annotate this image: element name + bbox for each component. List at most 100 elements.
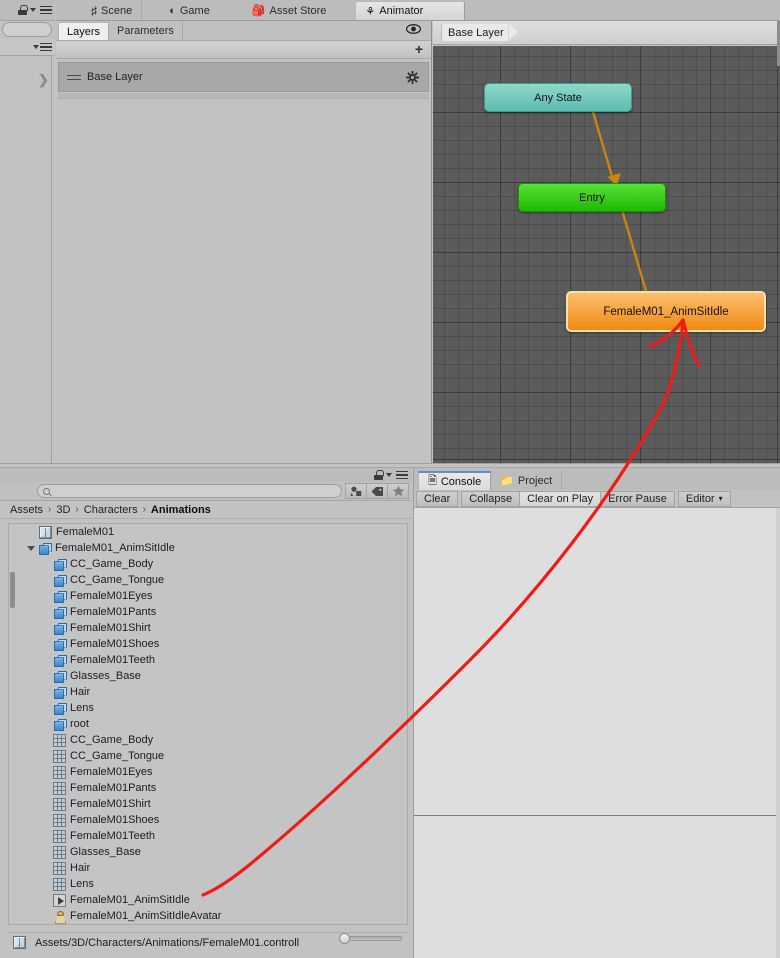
animator-icon: ⚘ — [365, 5, 376, 18]
gear-icon[interactable] — [406, 71, 419, 87]
favorites-button[interactable] — [387, 483, 409, 499]
lock-icon[interactable] — [18, 5, 28, 15]
mesh-icon — [53, 877, 66, 891]
tab-layers[interactable]: Layers — [58, 22, 110, 40]
filter-by-label-button[interactable] — [366, 483, 388, 499]
tree-row[interactable]: FemaleM01Pants — [9, 780, 407, 796]
tree-row[interactable]: Hair — [9, 860, 407, 876]
tree-row[interactable]: FemaleM01Eyes — [9, 588, 407, 604]
tree-row[interactable]: Lens — [9, 700, 407, 716]
tree-row[interactable]: Glasses_Base — [9, 844, 407, 860]
add-layer-button[interactable]: + — [415, 42, 423, 56]
inspector-subheader — [0, 39, 55, 56]
tree-row[interactable]: FemaleM01Teeth — [9, 828, 407, 844]
breadcrumb-separator: › — [142, 504, 146, 515]
clear-button[interactable]: Clear — [416, 490, 459, 507]
mesh-icon — [53, 749, 66, 763]
tab-asset-store[interactable]: 🎒 Asset Store — [243, 1, 336, 20]
tab-parameters[interactable]: Parameters — [109, 22, 183, 40]
state-node-femalem01-animsitidle[interactable]: FemaleM01_AnimSitIdle — [566, 291, 766, 332]
console-tab-bar: 🗎 Console 📁 Project — [414, 468, 780, 490]
tab-scene[interactable]: ♯ Scene — [82, 1, 143, 20]
tree-row[interactable]: FemaleM01Shirt — [9, 620, 407, 636]
model-cube-icon — [53, 718, 66, 731]
breadcrumb-item-characters[interactable]: Characters — [84, 504, 138, 516]
clear-on-play-toggle[interactable]: Clear on Play — [519, 490, 602, 507]
tab-animator[interactable]: ⚘ Animator — [355, 1, 466, 20]
tree-row[interactable]: Lens — [9, 876, 407, 892]
filter-by-type-button[interactable] — [345, 483, 367, 499]
tab-label: Game — [179, 4, 210, 17]
tree-row[interactable]: FemaleM01_AnimSitIdleAvatar — [9, 908, 407, 924]
icon-size-slider[interactable] — [339, 933, 402, 944]
tree-row-label: FemaleM01Shirt — [70, 798, 151, 810]
animator-controller-icon — [13, 936, 26, 949]
tab-game[interactable]: ◐ Game — [160, 1, 219, 20]
project-browser-panel: Assets › 3D › Characters › Animations Fe… — [0, 468, 412, 958]
tree-row[interactable]: CC_Game_Body — [9, 556, 407, 572]
tree-row-label: CC_Game_Tongue — [70, 750, 165, 762]
tab-console[interactable]: 🗎 Console — [418, 471, 492, 490]
model-cube-icon — [53, 558, 66, 571]
console-message-list[interactable] — [414, 508, 780, 958]
project-header — [0, 468, 412, 482]
console-scrollbar[interactable] — [776, 508, 780, 958]
hamburger-menu-icon[interactable] — [396, 470, 408, 480]
project-toolbar — [0, 482, 412, 501]
model-cube-icon — [38, 542, 51, 555]
chevron-down-icon[interactable] — [33, 45, 39, 49]
editor-dropdown[interactable]: Editor ▾ — [677, 490, 731, 507]
tree-scrollbar[interactable] — [10, 572, 15, 608]
breadcrumb-base-layer[interactable]: Base Layer — [441, 24, 508, 41]
mesh-icon — [53, 845, 66, 859]
breadcrumb-item-3d[interactable]: 3D — [56, 504, 70, 516]
chevron-down-icon[interactable] — [30, 8, 36, 12]
state-node-entry[interactable]: Entry — [518, 183, 666, 212]
hamburger-menu-icon[interactable] — [40, 42, 52, 52]
tree-row[interactable]: FemaleM01Pants — [9, 604, 407, 620]
breadcrumb-item-assets[interactable]: Assets — [10, 504, 43, 516]
tree-row[interactable]: FemaleM01Eyes — [9, 764, 407, 780]
drag-handle-icon[interactable] — [67, 74, 81, 81]
collapse-toggle[interactable]: Collapse — [461, 490, 521, 507]
tree-row[interactable]: Hair — [9, 684, 407, 700]
state-node-any-state[interactable]: Any State — [484, 83, 632, 112]
eye-icon[interactable] — [405, 24, 422, 37]
lock-icon[interactable] — [374, 470, 384, 480]
breadcrumb: Assets › 3D › Characters › Animations — [0, 501, 412, 519]
layers-panel-body — [56, 124, 431, 463]
model-cube-icon — [53, 590, 66, 603]
tree-row[interactable]: FemaleM01Shoes — [9, 636, 407, 652]
add-layer-bar[interactable]: + — [56, 41, 431, 59]
tree-row[interactable]: CC_Game_Tongue — [9, 748, 407, 764]
tree-row[interactable]: CC_Game_Body — [9, 732, 407, 748]
tree-row[interactable]: FemaleM01Shoes — [9, 812, 407, 828]
chevron-down-icon[interactable] — [386, 473, 392, 477]
tab-project[interactable]: 📁 Project — [491, 471, 563, 490]
layer-row-base-layer[interactable]: Base Layer — [58, 62, 429, 92]
tree-row[interactable]: root — [9, 716, 407, 732]
console-detail-divider[interactable] — [414, 815, 780, 816]
error-pause-toggle[interactable]: Error Pause — [600, 490, 675, 507]
tree-row[interactable]: FemaleM01Teeth — [9, 652, 407, 668]
chevron-down-icon: ▾ — [718, 494, 723, 503]
slider-knob[interactable] — [339, 933, 350, 944]
disclosure-triangle-icon[interactable] — [27, 545, 35, 551]
tree-row[interactable]: FemaleM01Shirt — [9, 796, 407, 812]
tree-row[interactable]: Glasses_Base — [9, 668, 407, 684]
inspector-search-input[interactable] — [2, 22, 52, 37]
selected-asset-path: Assets/3D/Characters/Animations/FemaleM0… — [35, 936, 300, 949]
hamburger-menu-icon[interactable] — [40, 5, 52, 15]
tree-row[interactable]: CC_Game_Tongue — [9, 572, 407, 588]
tree-row[interactable]: FemaleM01_AnimSitIdle — [9, 540, 407, 556]
tree-row[interactable]: FemaleM01 — [9, 524, 407, 540]
tree-row[interactable]: FemaleM01_AnimSitIdle — [9, 892, 407, 908]
animation-clip-icon — [53, 893, 66, 907]
state-machine-canvas[interactable]: Any State Entry FemaleM01_AnimSitIdle — [433, 46, 780, 463]
asset-tree[interactable]: FemaleM01 FemaleM01_AnimSitIdle CC_Game_Bo… — [8, 523, 408, 925]
breadcrumb-item-animations[interactable]: Animations — [151, 504, 211, 516]
tree-row-label: FemaleM01Shoes — [70, 814, 160, 826]
search-input[interactable] — [37, 484, 342, 498]
folder-icon: 📁 — [500, 475, 514, 487]
chevron-right-icon[interactable]: ❯ — [38, 72, 49, 88]
